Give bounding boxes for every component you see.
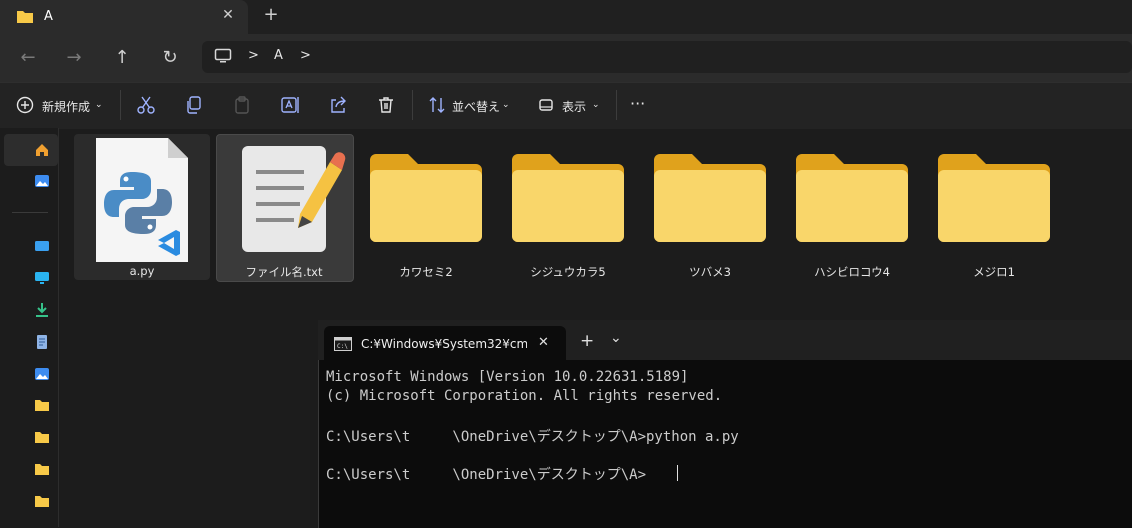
folder-name: シジュウカラ5 <box>530 265 606 279</box>
file-name: a.py <box>129 264 155 278</box>
view-button[interactable]: 表示 <box>562 98 586 115</box>
address-bar[interactable] <box>202 41 1132 73</box>
chevron-down-icon[interactable]: ⌄ <box>95 100 103 110</box>
sidebar-item-gallery[interactable] <box>34 173 50 189</box>
sidebar-item-desktop[interactable] <box>34 238 50 254</box>
up-button[interactable]: ↑ <box>108 44 136 72</box>
folder-icon[interactable] <box>512 152 624 242</box>
share-icon[interactable] <box>328 95 348 115</box>
folder-name: ハシビロコウ4 <box>814 265 890 279</box>
divider <box>120 90 121 120</box>
rename-icon[interactable] <box>280 95 300 115</box>
more-options-button[interactable]: ··· <box>630 94 645 113</box>
close-terminal-tab-button[interactable]: ✕ <box>538 335 549 350</box>
breadcrumb-separator[interactable]: > <box>248 48 259 63</box>
close-tab-button[interactable]: ✕ <box>220 7 236 23</box>
notepad-file-icon <box>242 146 346 252</box>
folder-icon <box>17 11 33 23</box>
copy-icon[interactable] <box>184 95 204 115</box>
plus-circle-icon[interactable] <box>16 96 34 114</box>
cmd-icon: C:\ <box>334 337 352 351</box>
divider <box>616 90 617 120</box>
sidebar-item-folder[interactable] <box>34 462 50 478</box>
explorer-tab[interactable] <box>0 0 248 34</box>
cut-icon[interactable] <box>136 95 156 115</box>
folder-name: メジロ1 <box>973 265 1015 279</box>
tab-title: A <box>44 9 53 24</box>
sidebar-item-folder[interactable] <box>34 430 50 446</box>
home-icon <box>36 144 48 156</box>
refresh-button[interactable]: ↻ <box>156 44 184 72</box>
back-button[interactable]: ← <box>14 44 42 72</box>
svg-text:C:\: C:\ <box>337 343 348 350</box>
terminal-line: C:\Users\t \OneDrive\デスクトップ\A>python a.p… <box>326 429 739 445</box>
file-name: ファイル名.txt <box>245 265 323 279</box>
sidebar-item-pc[interactable] <box>34 270 50 286</box>
sidebar-item-pictures[interactable] <box>34 366 50 382</box>
forward-button[interactable]: → <box>60 44 88 72</box>
sort-button[interactable]: 並べ替え <box>452 98 500 115</box>
delete-icon[interactable] <box>376 95 396 115</box>
chevron-down-icon[interactable]: ⌄ <box>592 100 600 110</box>
folder-name: ツバメ3 <box>689 265 731 279</box>
sort-icon[interactable] <box>428 96 446 114</box>
terminal-dropdown-button[interactable]: ⌄ <box>610 330 622 346</box>
new-tab-button[interactable]: + <box>262 6 280 24</box>
terminal-line: (c) Microsoft Corporation. All rights re… <box>326 388 723 404</box>
divider <box>412 90 413 120</box>
sidebar-divider <box>12 212 48 213</box>
new-button[interactable]: 新規作成 <box>42 98 90 115</box>
sidebar-item-downloads[interactable] <box>34 302 50 318</box>
new-terminal-tab-button[interactable]: + <box>580 331 594 351</box>
folder-icon[interactable] <box>654 152 766 242</box>
sidebar-item-folder[interactable] <box>34 494 50 510</box>
python-file-icon <box>96 138 188 262</box>
computer-icon <box>214 48 232 63</box>
navigation-pane <box>0 128 59 527</box>
sidebar-item-documents[interactable] <box>34 334 50 350</box>
terminal-line: Microsoft Windows [Version 10.0.22631.51… <box>326 369 689 385</box>
folder-icon[interactable] <box>370 152 482 242</box>
terminal-tab-title: C:¥Windows¥System32¥cmd.e <box>361 337 527 351</box>
folder-icon[interactable] <box>796 152 908 242</box>
breadcrumb-folder-a[interactable]: A <box>274 48 283 63</box>
view-icon[interactable] <box>538 97 554 113</box>
text-cursor <box>677 465 678 481</box>
folder-icon[interactable] <box>938 152 1050 242</box>
paste-icon[interactable] <box>232 95 252 115</box>
sidebar-item-folder[interactable] <box>34 398 50 414</box>
chevron-down-icon[interactable]: ⌄ <box>502 100 510 110</box>
terminal-prompt[interactable]: C:\Users\t \OneDrive\デスクトップ\A> <box>326 464 646 484</box>
folder-name: カワセミ2 <box>399 265 453 279</box>
breadcrumb-separator[interactable]: > <box>300 48 311 63</box>
